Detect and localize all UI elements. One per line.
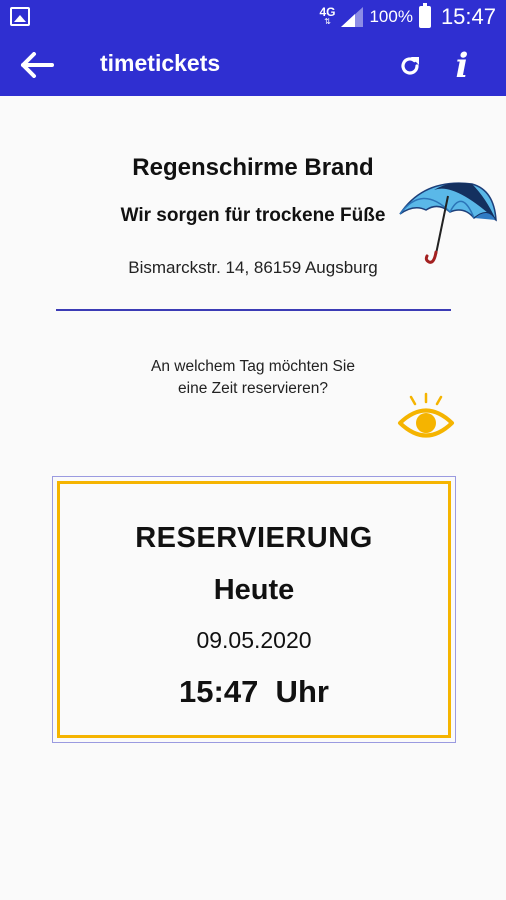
- info-icon: i: [455, 46, 469, 86]
- app-title: timetickets: [100, 50, 221, 76]
- status-bar: 4G ⇅ 100% 15:47: [0, 0, 506, 34]
- back-button[interactable]: [14, 44, 60, 86]
- back-arrow-icon: [21, 52, 54, 78]
- reservation-date: 09.05.2020: [196, 627, 312, 653]
- gallery-icon: [10, 7, 30, 26]
- battery-icon: [418, 3, 431, 28]
- reservation-card-frame: RESERVIERUNG Heute 09.05.2020 15:47 Uhr: [57, 481, 451, 738]
- divider: [56, 309, 451, 311]
- refresh-button[interactable]: [392, 48, 428, 84]
- reservation-day: Heute: [213, 574, 295, 606]
- reservation-title: RESERVIERUNG: [135, 522, 373, 554]
- reservation-card[interactable]: RESERVIERUNG Heute 09.05.2020 15:47 Uhr: [52, 476, 456, 743]
- info-button[interactable]: i: [444, 44, 480, 88]
- refresh-icon: [401, 57, 419, 75]
- eye-icon[interactable]: [396, 392, 456, 444]
- umbrella-icon: [399, 182, 497, 264]
- battery-percent: 100%: [369, 7, 413, 26]
- reservation-time: 15:47 Uhr: [179, 674, 329, 709]
- screen: 4G ⇅ 100% 15:47 timetickets i Regenschir…: [0, 0, 506, 900]
- status-clock: 15:47: [440, 4, 496, 29]
- app-bar: timetickets i: [0, 34, 506, 96]
- signal-icon: [341, 7, 364, 27]
- network-indicator: 4G ⇅: [319, 6, 335, 27]
- question-line-1: An welchem Tag möchten Sie: [151, 358, 355, 375]
